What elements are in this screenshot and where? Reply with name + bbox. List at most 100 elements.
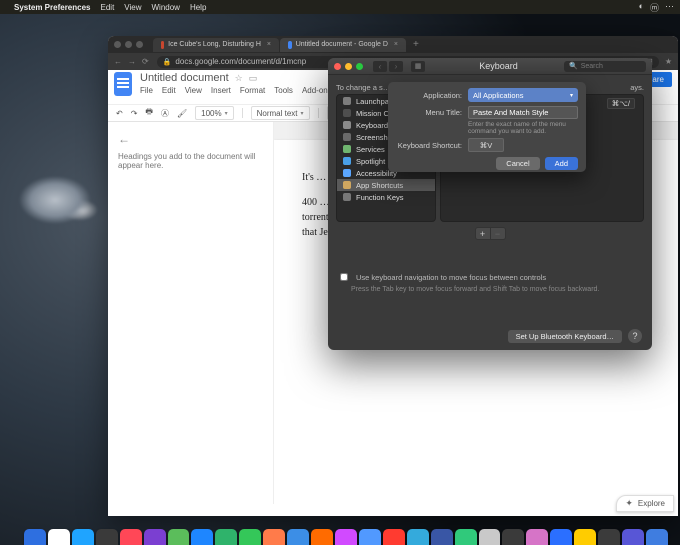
add-shortcut-popover: Application: All Applications▾ Menu Titl… [388,82,586,172]
menu-title-input[interactable] [468,106,578,119]
spellcheck-icon[interactable]: Ⓐ [161,108,169,119]
syspref-titlebar: ‹› ▦ Keyboard 🔍Search [328,58,652,75]
status-icon[interactable]: ◐ [639,1,644,14]
bookmark-icon[interactable]: ★ [665,57,672,66]
add-button[interactable]: Add [545,157,578,170]
dock [22,527,670,545]
dock-app-icon[interactable] [120,529,142,545]
category-icon [343,193,351,201]
tab-title: Ice Cube's Long, Disturbing H [168,41,261,48]
window-traffic-lights[interactable] [114,41,143,48]
dock-app-icon[interactable] [526,529,548,545]
category-icon [343,169,351,177]
category-label: Function Keys [356,193,404,202]
move-doc-icon[interactable]: ▭ [249,73,258,84]
search-icon: 🔍 [569,62,578,70]
dock-app-icon[interactable] [646,529,668,545]
menubar-help[interactable]: Help [190,3,206,12]
dock-app-icon[interactable] [598,529,620,545]
category-icon [343,133,351,141]
dock-app-icon[interactable] [263,529,285,545]
dock-app-icon[interactable] [96,529,118,545]
new-tab-button[interactable]: + [413,39,419,50]
dock-app-icon[interactable] [287,529,309,545]
status-icon-extra[interactable]: ⋯ [665,1,674,14]
nav-back-icon[interactable]: ‹ [373,61,387,72]
dock-app-icon[interactable] [550,529,572,545]
close-tab-icon[interactable]: × [394,41,398,48]
show-all-icon[interactable]: ▦ [411,61,425,72]
menubar-edit[interactable]: Edit [101,3,115,12]
syspref-search[interactable]: 🔍Search [564,61,646,72]
dock-app-icon[interactable] [383,529,405,545]
lock-icon: 🔒 [163,58,172,66]
mac-menubar: System Preferences Edit View Window Help… [0,0,680,14]
dock-app-icon[interactable] [191,529,213,545]
menubar-app-name[interactable]: System Preferences [14,3,91,12]
dock-app-icon[interactable] [479,529,501,545]
reload-button[interactable]: ⟳ [142,57,149,66]
dock-app-icon[interactable] [335,529,357,545]
browser-tab[interactable]: Ice Cube's Long, Disturbing H × [153,38,279,52]
dock-app-icon[interactable] [72,529,94,545]
back-button[interactable]: ← [114,57,122,66]
category-icon [343,181,351,189]
checkbox[interactable] [340,273,348,281]
dock-app-icon[interactable] [144,529,166,545]
docs-logo-icon[interactable] [114,72,132,96]
docs-menu-insert[interactable]: Insert [211,86,231,95]
paint-format-icon[interactable]: 🖌 [177,109,187,118]
dock-app-icon[interactable] [48,529,70,545]
status-icon-m[interactable]: ⓜ [650,1,659,14]
bluetooth-setup-button[interactable]: Set Up Bluetooth Keyboard… [508,330,622,343]
dock-app-icon[interactable] [574,529,596,545]
undo-icon[interactable]: ↶ [116,109,123,118]
docs-menu-view[interactable]: View [185,86,202,95]
dock-app-icon[interactable] [502,529,524,545]
window-traffic-lights[interactable] [334,63,363,70]
close-tab-icon[interactable]: × [267,41,271,48]
menubar-window[interactable]: Window [152,3,180,12]
category-icon [343,157,351,165]
dock-app-icon[interactable] [168,529,190,545]
shortcut-hint-end: ays. [630,83,644,92]
docs-menu-file[interactable]: File [140,86,153,95]
cancel-button[interactable]: Cancel [496,157,539,170]
zoom-select[interactable]: 100%▾ [195,106,233,120]
dock-app-icon[interactable] [215,529,237,545]
menubar-view[interactable]: View [124,3,141,12]
outline-back-icon[interactable]: ← [118,132,263,146]
existing-shortcut[interactable]: ⌘⌥/ [607,98,635,109]
application-select[interactable]: All Applications▾ [468,88,578,102]
category-label: Spotlight [356,157,385,166]
dock-app-icon[interactable] [407,529,429,545]
dock-app-icon[interactable] [239,529,261,545]
keyboard-nav-checkbox[interactable]: Use keyboard navigation to move focus be… [336,270,644,284]
star-doc-icon[interactable]: ☆ [235,73,243,84]
docs-menu-edit[interactable]: Edit [162,86,176,95]
docs-menu-tools[interactable]: Tools [274,86,293,95]
explore-button[interactable]: ✦ Explore [616,495,674,512]
print-icon[interactable]: 🖶 [145,106,153,120]
doc-title[interactable]: Untitled document [140,72,229,84]
docs-menu-format[interactable]: Format [240,86,265,95]
dock-app-icon[interactable] [431,529,453,545]
keyboard-shortcut-field[interactable]: ⌘V [468,138,504,152]
category-item[interactable]: Function Keys [337,191,435,203]
browser-tab-active[interactable]: Untitled document - Google D × [280,38,406,52]
dock-app-icon[interactable] [359,529,381,545]
application-label: Application: [396,91,468,100]
wallpaper-bird [0,140,120,260]
category-icon [343,97,351,105]
dock-app-icon[interactable] [24,529,46,545]
redo-icon[interactable]: ↷ [131,109,138,118]
category-item[interactable]: App Shortcuts [337,179,435,191]
dock-app-icon[interactable] [311,529,333,545]
forward-button[interactable]: → [128,57,136,66]
nav-forward-icon: › [389,61,403,72]
dock-app-icon[interactable] [622,529,644,545]
help-button[interactable]: ? [628,329,642,343]
add-shortcut-button[interactable]: + [475,227,491,240]
style-select[interactable]: Normal text▾ [251,106,310,120]
dock-app-icon[interactable] [455,529,477,545]
